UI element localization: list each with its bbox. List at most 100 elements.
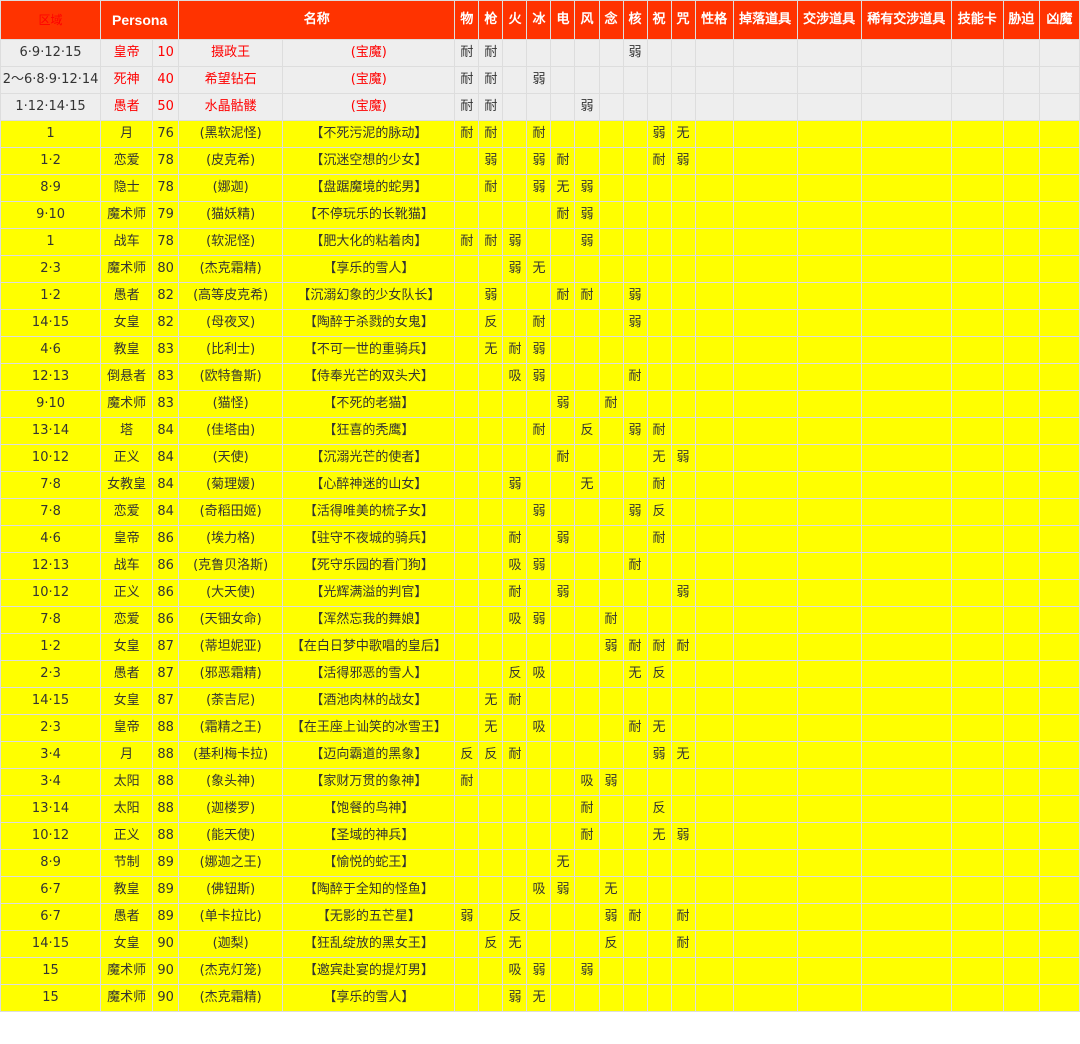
cell-arcana: 战车 xyxy=(100,552,154,580)
header-name: 名称 xyxy=(178,0,456,40)
cell-fire: 吸 xyxy=(502,957,528,985)
header-wind: 风 xyxy=(574,0,600,40)
cell-disaster xyxy=(1038,741,1080,769)
cell-ice: 弱 xyxy=(526,66,552,94)
cell-nuke xyxy=(622,849,648,877)
cell-personality xyxy=(694,417,734,445)
cell-curse xyxy=(670,714,696,742)
cell-level: 84 xyxy=(152,471,180,499)
cell-ice xyxy=(526,741,552,769)
cell-phys xyxy=(454,660,480,688)
cell-psy xyxy=(598,147,624,175)
cell-rare-negotiation-item xyxy=(860,633,952,661)
header-phys: 物 xyxy=(454,0,480,40)
cell-wind xyxy=(574,39,600,67)
cell-drop-item xyxy=(732,498,798,526)
cell-bless xyxy=(646,579,672,607)
cell-persona: (黑软泥怪) xyxy=(178,120,284,148)
cell-bless xyxy=(646,255,672,283)
cell-personality xyxy=(694,579,734,607)
cell-phys: 反 xyxy=(454,741,480,769)
cell-ice: 弱 xyxy=(526,552,552,580)
cell-negotiation-item xyxy=(796,633,862,661)
cell-drop-item xyxy=(732,687,798,715)
cell-gun: 反 xyxy=(478,930,504,958)
cell-bless xyxy=(646,390,672,418)
cell-elec xyxy=(550,66,576,94)
cell-threat xyxy=(1002,795,1040,823)
cell-elec xyxy=(550,822,576,850)
cell-elec xyxy=(550,471,576,499)
cell-fire xyxy=(502,66,528,94)
cell-persona: (象头神) xyxy=(178,768,284,796)
table-row: 8·9 节制 89 (娜迦之王) 【愉悦的蛇王】 无 xyxy=(0,849,1080,877)
cell-nuke xyxy=(622,201,648,229)
cell-fire: 耐 xyxy=(502,336,528,364)
cell-disaster xyxy=(1038,255,1080,283)
cell-persona: (奇稻田姬) xyxy=(178,498,284,526)
cell-fire xyxy=(502,849,528,877)
cell-rare-negotiation-item xyxy=(860,39,952,67)
cell-zone: 1·2 xyxy=(0,633,102,661)
cell-wind xyxy=(574,147,600,175)
cell-ice xyxy=(526,444,552,472)
cell-level: 83 xyxy=(152,336,180,364)
cell-fire: 耐 xyxy=(502,525,528,553)
cell-level: 89 xyxy=(152,876,180,904)
cell-fire xyxy=(502,93,528,121)
cell-gun xyxy=(478,957,504,985)
cell-bless: 无 xyxy=(646,822,672,850)
cell-personality xyxy=(694,822,734,850)
cell-drop-item xyxy=(732,768,798,796)
cell-personality xyxy=(694,336,734,364)
cell-drop-item xyxy=(732,147,798,175)
cell-curse xyxy=(670,849,696,877)
cell-negotiation-item xyxy=(796,930,862,958)
cell-level: 90 xyxy=(152,957,180,985)
cell-zone: 2·3 xyxy=(0,714,102,742)
cell-negotiation-item xyxy=(796,660,862,688)
cell-shadow-name: 【沉溺光芒的使者】 xyxy=(282,444,456,472)
cell-persona: (邪恶霜精) xyxy=(178,660,284,688)
cell-fire xyxy=(502,201,528,229)
cell-wind xyxy=(574,336,600,364)
table-row: 8·9 隐士 78 (娜迦) 【盘踞魔境的蛇男】耐弱无弱 xyxy=(0,174,1080,202)
cell-gun xyxy=(478,255,504,283)
cell-fire xyxy=(502,633,528,661)
cell-wind: 耐 xyxy=(574,822,600,850)
cell-ice xyxy=(526,903,552,931)
cell-level: 50 xyxy=(152,93,180,121)
cell-curse xyxy=(670,984,696,1012)
cell-nuke xyxy=(622,93,648,121)
cell-phys xyxy=(454,471,480,499)
cell-skill-card xyxy=(950,309,1004,337)
cell-persona: (娜迦) xyxy=(178,174,284,202)
cell-bless: 反 xyxy=(646,795,672,823)
cell-phys xyxy=(454,795,480,823)
cell-elec xyxy=(550,417,576,445)
cell-disaster xyxy=(1038,93,1080,121)
cell-threat xyxy=(1002,66,1040,94)
header-rare-negotiation-item: 稀有交涉道具 xyxy=(860,0,952,40)
cell-psy: 弱 xyxy=(598,633,624,661)
cell-nuke xyxy=(622,741,648,769)
cell-wind: 反 xyxy=(574,417,600,445)
cell-gun xyxy=(478,633,504,661)
cell-wind xyxy=(574,309,600,337)
cell-level: 83 xyxy=(152,363,180,391)
cell-disaster xyxy=(1038,957,1080,985)
cell-curse xyxy=(670,39,696,67)
cell-arcana: 恋爱 xyxy=(100,606,154,634)
cell-skill-card xyxy=(950,903,1004,931)
cell-disaster xyxy=(1038,714,1080,742)
cell-disaster xyxy=(1038,147,1080,175)
cell-nuke: 弱 xyxy=(622,282,648,310)
cell-rare-negotiation-item xyxy=(860,579,952,607)
cell-curse xyxy=(670,498,696,526)
table-row: 6·7 教皇 89 (佛钮斯) 【陶醉于全知的怪鱼】 吸弱无 xyxy=(0,876,1080,904)
cell-gun xyxy=(478,363,504,391)
cell-psy xyxy=(598,66,624,94)
cell-ice xyxy=(526,849,552,877)
cell-personality xyxy=(694,768,734,796)
cell-shadow-name: (宝魔) xyxy=(282,66,456,94)
